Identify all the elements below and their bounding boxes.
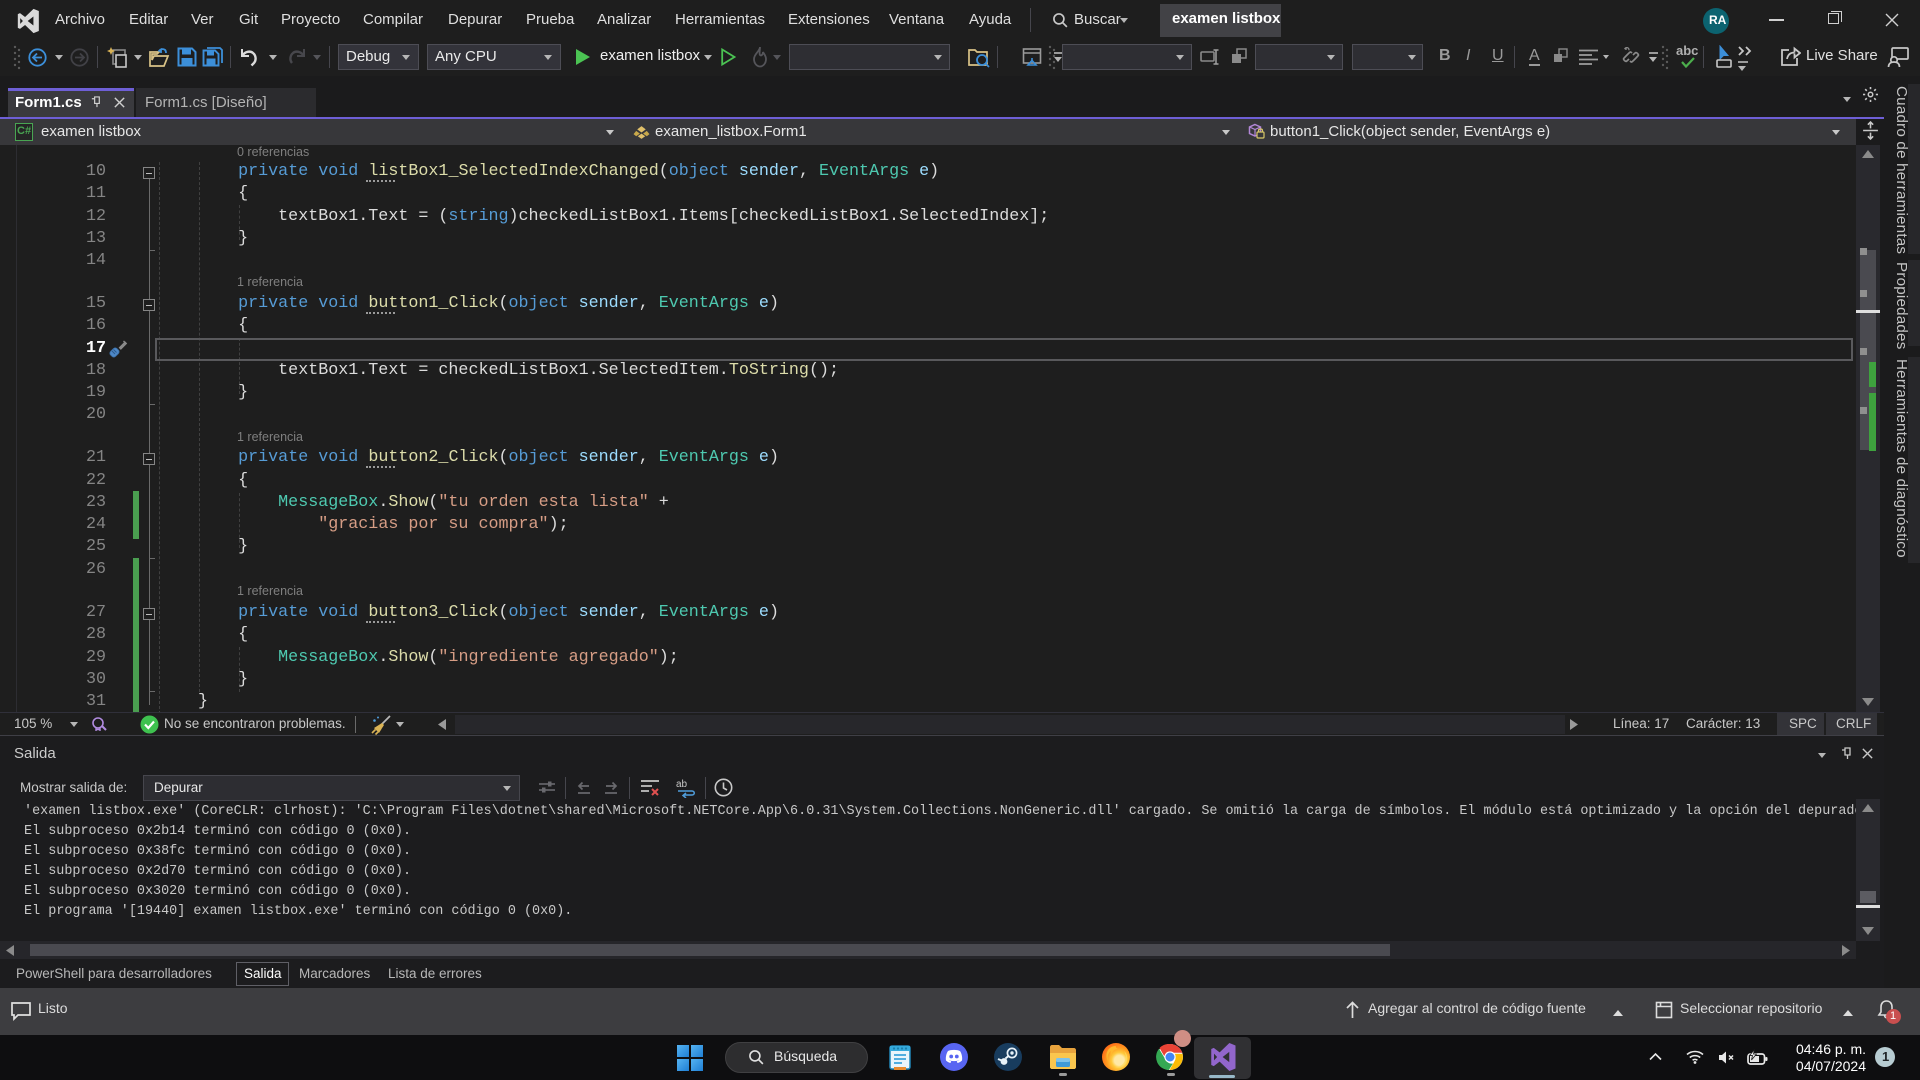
svg-text:ab: ab (676, 779, 688, 790)
